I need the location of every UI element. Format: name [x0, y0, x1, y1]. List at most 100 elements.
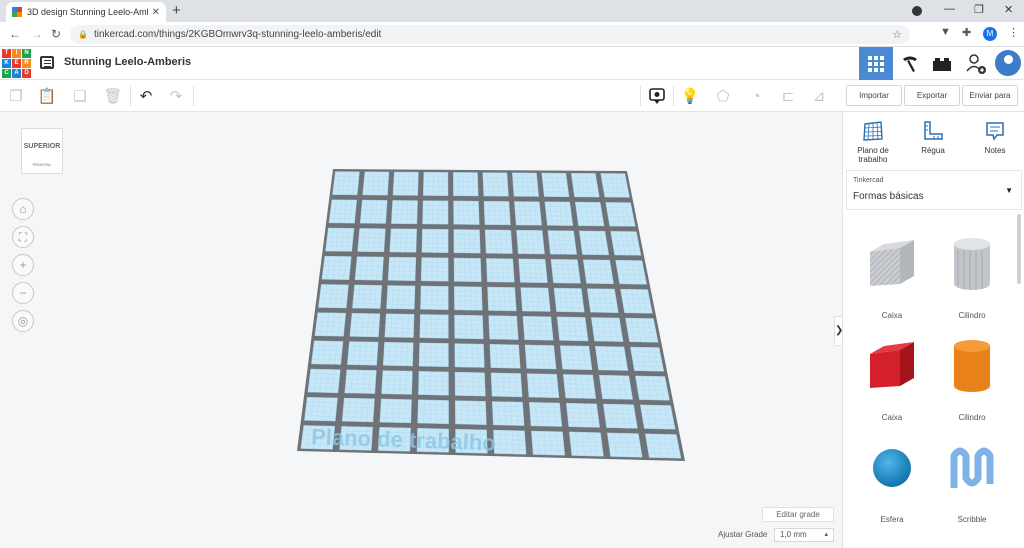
snap-grid-select[interactable]: 1,0 mm: [774, 528, 834, 542]
close-tab-icon[interactable]: ✕: [152, 7, 160, 18]
shape-scribble[interactable]: Scribble: [937, 434, 1007, 524]
perspective-icon: ◎: [17, 314, 29, 328]
home-icon: ⌂: [19, 202, 27, 216]
redo-icon[interactable]: ↷: [166, 86, 186, 106]
profile-avatar[interactable]: M: [983, 27, 997, 41]
reload-button[interactable]: ↻: [51, 27, 61, 41]
bricks-button[interactable]: [925, 47, 959, 80]
close-window-button[interactable]: ✕: [1004, 3, 1013, 16]
fit-icon: ⛶: [18, 230, 28, 244]
workplane-cell: [518, 258, 548, 284]
workplane-cell: [349, 312, 381, 338]
lock-icon: 🔒: [78, 30, 88, 39]
shape-icon[interactable]: ⬠: [713, 86, 733, 106]
workplane-cell: [328, 199, 357, 224]
perspective-button[interactable]: ◎: [12, 310, 34, 332]
panel-scrollbar[interactable]: [1017, 214, 1021, 284]
ruler-button[interactable]: Régua: [905, 120, 961, 155]
shape-box[interactable]: Caixa: [857, 332, 927, 422]
import-export-bar: Importar Exportar Enviar para: [842, 80, 1024, 112]
library-select[interactable]: Tinkercad Formas básicas ▼: [846, 170, 1022, 210]
browser-tab[interactable]: 3D design Stunning Leelo-Ambe ✕: [6, 2, 166, 22]
light-bulb-icon[interactable]: 💡: [680, 86, 700, 106]
import-button[interactable]: Importar: [846, 85, 902, 106]
add-user-icon: [966, 53, 986, 74]
workplane-cell: [354, 256, 384, 281]
workplane-cell: [490, 372, 523, 398]
shape-sphere[interactable]: Esfera: [857, 434, 927, 524]
workplane-cell: [582, 259, 614, 285]
group-icon[interactable]: ◔: [746, 86, 766, 106]
toolbar-divider: [640, 86, 641, 106]
address-bar-row: ← → ↻ 🔒 tinkercad.com/things/2KGBOmwrv3q…: [0, 22, 1024, 47]
workplane-cell: [344, 369, 377, 394]
minimize-button[interactable]: —: [944, 3, 955, 15]
workplane-cell: [620, 288, 653, 314]
grid-icon: [868, 55, 884, 72]
user-avatar[interactable]: [993, 48, 1023, 78]
workplane-cell: [482, 172, 509, 197]
design-name[interactable]: Stunning Leelo-Amberis: [64, 56, 191, 68]
zoom-out-button[interactable]: −: [12, 282, 34, 304]
workplane-cell: [599, 374, 633, 400]
logo-letter: K: [2, 59, 11, 68]
extension-icon[interactable]: ▼: [940, 26, 951, 38]
shape-cyl-hole[interactable]: Cilindro: [937, 230, 1007, 320]
media-control-icon[interactable]: [912, 6, 922, 16]
send-to-button[interactable]: Enviar para: [962, 85, 1018, 106]
workplane-grid[interactable]: Plano de trabalho: [0, 112, 842, 548]
back-button[interactable]: ←: [9, 27, 21, 41]
workplane-cell: [522, 316, 554, 341]
workplane-label: Plano de trabalho: [857, 146, 889, 164]
url-text: tinkercad.com/things/2KGBOmwrv3q-stunnin…: [93, 29, 382, 40]
home-view-button[interactable]: ⌂: [12, 198, 34, 220]
export-button[interactable]: Exportar: [904, 85, 960, 106]
zoom-in-button[interactable]: +: [12, 254, 34, 276]
workplane-cell: [341, 397, 375, 423]
star-icon[interactable]: ☆: [892, 28, 902, 41]
workplane-canvas[interactable]: Plano de trabalho SUPERIOR FRONTAL ⌂ ⛶ +…: [0, 112, 842, 548]
view-cube[interactable]: SUPERIOR FRONTAL: [21, 128, 63, 174]
paste-icon[interactable]: 📋: [37, 86, 57, 106]
duplicate-icon[interactable]: ❏: [70, 86, 90, 106]
puzzle-icon[interactable]: ✚: [962, 26, 971, 39]
workplane-cell: [484, 229, 513, 254]
workplane-cell: [488, 315, 519, 340]
tinkercad-logo[interactable]: TIN KER CAD: [2, 49, 31, 78]
delete-icon[interactable]: 🗑: [103, 86, 123, 106]
workplane-cell: [607, 432, 643, 458]
workplane-cell: [362, 171, 390, 196]
edit-grid-button[interactable]: Editar grade: [762, 507, 834, 522]
notes-icon: [986, 122, 1004, 141]
mirror-icon[interactable]: ⊿: [809, 86, 829, 106]
notes-button[interactable]: Notes: [967, 120, 1023, 155]
logo-letter: A: [12, 69, 21, 78]
url-field[interactable]: 🔒 tinkercad.com/things/2KGBOmwrv3q-stunn…: [70, 25, 910, 44]
shape-label: Cilindro: [958, 311, 986, 320]
forward-button[interactable]: →: [31, 27, 43, 41]
shape-box-hole[interactable]: Caixa: [857, 230, 927, 320]
workplane-cell: [570, 173, 600, 198]
add-user-button[interactable]: [959, 47, 993, 80]
workplane-button[interactable]: Plano de trabalho: [845, 120, 901, 164]
shape-thumbnail: [942, 336, 1002, 401]
workplane-cell: [453, 257, 482, 282]
view-cube-face[interactable]: SUPERIOR FRONTAL: [21, 128, 63, 174]
shape-cyl[interactable]: Cilindro: [937, 332, 1007, 422]
align-icon[interactable]: ⊏: [778, 86, 798, 106]
new-tab-button[interactable]: +: [172, 2, 181, 19]
restore-button[interactable]: ❐: [974, 3, 984, 16]
workplane-cell: [625, 317, 659, 343]
snap-grid-label: Ajustar Grade: [718, 530, 768, 539]
workplane-cell: [550, 259, 581, 284]
fit-view-button[interactable]: ⛶: [12, 226, 34, 248]
menu-icon[interactable]: ⋮: [1008, 26, 1019, 39]
logo-letter: D: [22, 69, 31, 78]
copy-icon[interactable]: ❐: [6, 86, 26, 106]
notes-toggle-icon[interactable]: [647, 86, 667, 106]
design-list-icon[interactable]: [40, 56, 54, 69]
workplane-cell: [391, 200, 418, 225]
3d-view-button[interactable]: [859, 47, 893, 80]
undo-icon[interactable]: ↶: [136, 86, 156, 106]
minecraft-pickaxe-button[interactable]: [893, 47, 927, 80]
